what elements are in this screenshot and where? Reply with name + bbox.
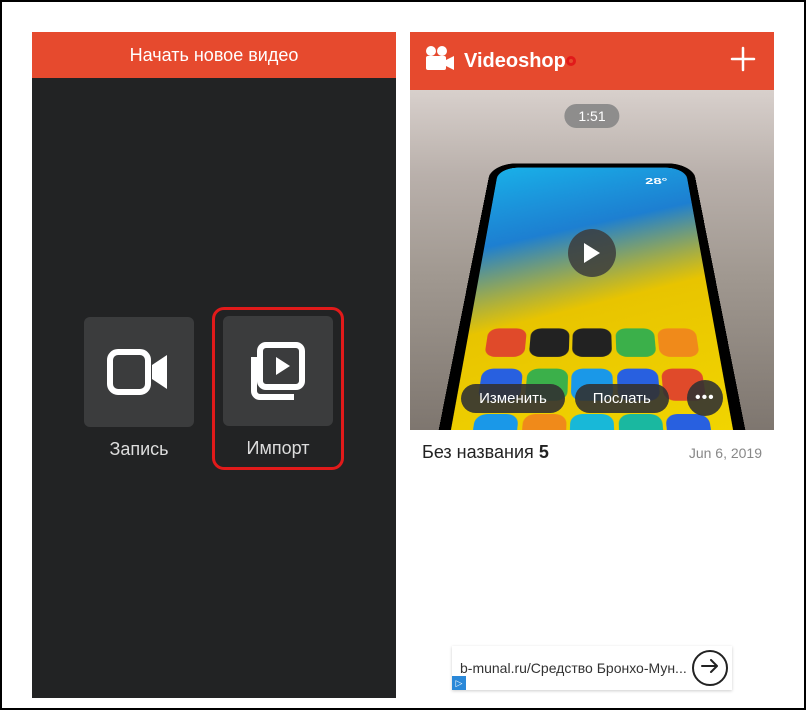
play-button[interactable]: [568, 229, 616, 277]
import-option[interactable]: Импорт: [212, 307, 344, 470]
app-logo: Videoshop: [424, 45, 566, 78]
edit-button[interactable]: Изменить: [461, 384, 565, 413]
app-name: Videoshop: [464, 50, 566, 73]
video-meta: Без названия 5 Jun 6, 2019: [410, 430, 774, 463]
left-body: Запись Импорт: [32, 78, 396, 698]
record-label: Запись: [109, 439, 168, 460]
left-header-title: Начать новое видео: [130, 45, 299, 66]
ad-banner[interactable]: ▷ b-munal.ru/Средство Бронхо-Мун...: [410, 638, 774, 698]
import-tile[interactable]: [223, 316, 333, 426]
video-title: Без названия 5: [422, 442, 549, 463]
ad-arrow-button[interactable]: [692, 650, 728, 686]
add-button[interactable]: [722, 40, 764, 82]
more-button[interactable]: •••: [687, 380, 723, 416]
ad-text: b-munal.ru/Средство Бронхо-Мун...: [460, 660, 692, 676]
record-tile[interactable]: [84, 317, 194, 427]
duration-badge: 1:51: [564, 104, 619, 128]
send-button[interactable]: Послать: [575, 384, 669, 413]
video-thumbnail[interactable]: 28°: [410, 90, 774, 430]
left-header: Начать новое видео: [32, 32, 396, 78]
right-header: Videoshop: [410, 32, 774, 90]
video-date: Jun 6, 2019: [689, 445, 762, 461]
ad-badge-icon: ▷: [452, 676, 466, 690]
right-body: 28°: [410, 90, 774, 698]
right-screen: Videoshop 28°: [410, 32, 774, 698]
left-screen: Начать новое видео Запись: [32, 32, 396, 698]
arrow-right-icon: [701, 659, 719, 678]
play-icon: [582, 242, 602, 264]
add-button-highlight: [566, 56, 576, 66]
import-icon: [246, 339, 310, 403]
record-option[interactable]: Запись: [84, 317, 194, 460]
import-label: Импорт: [247, 438, 310, 459]
film-camera-icon: [424, 45, 456, 78]
weather-widget: 28°: [645, 177, 669, 187]
plus-icon: [728, 44, 758, 79]
more-icon: •••: [695, 389, 715, 407]
camera-icon: [107, 349, 171, 395]
video-actions: Изменить Послать •••: [410, 380, 774, 416]
